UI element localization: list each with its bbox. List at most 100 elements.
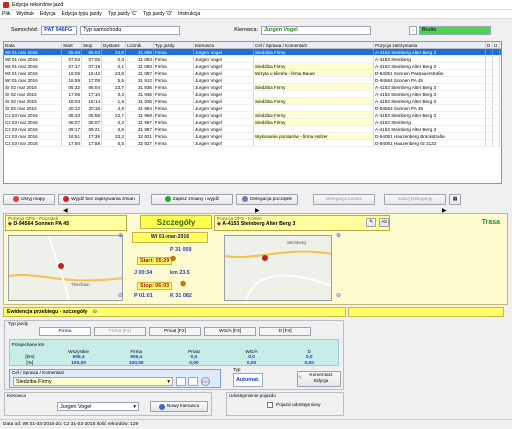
table-cell: 31 059	[126, 49, 154, 55]
driver-field[interactable]: Jurgen Vogel	[260, 25, 371, 35]
col-dystans[interactable]: Dystans	[102, 42, 126, 48]
komentarz-button[interactable]: ✎ Komentarz Edycja	[297, 371, 341, 387]
col-data[interactable]: Data	[4, 42, 62, 48]
all-button[interactable]: Alt	[379, 218, 389, 227]
car-type-field[interactable]: Typ samochodu	[80, 25, 181, 35]
tab-firma-f1[interactable]: Firma [F1]	[94, 327, 146, 336]
col-typ[interactable]: Typ jazdy	[154, 42, 194, 48]
table-cell: 07:17	[62, 63, 82, 69]
table-cell: Firma	[154, 63, 194, 69]
table-cell: Firma	[154, 126, 194, 132]
table-row[interactable]: Wt 01 mar 2016 07:17 07:19 0,1 31 083 Firma Ju…	[4, 63, 501, 70]
table-cell: A-4153 Steinberg Alter Berg 3	[374, 63, 486, 69]
menu-edycja-typu[interactable]: Edycja typu jazdy	[61, 11, 101, 17]
table-row[interactable]: Wt 01 mar 2016 16:59 17:09 5,5 31 912 Firma Ju…	[4, 77, 501, 84]
table-cell: A-4153 Steinberg Alter Berg 3	[374, 112, 486, 118]
calendar-icon[interactable]: ▦	[449, 193, 461, 205]
shared-checkbox[interactable]: Pojazd udostępniony	[267, 402, 321, 408]
menu-wydruk[interactable]: Wydruk	[16, 11, 34, 17]
clear-button[interactable]: DEL	[201, 377, 210, 386]
chevron-down-icon: ▾	[133, 403, 136, 410]
table-cell: Śr 02 mar 2016	[4, 84, 62, 90]
table-cell: A-4153 Steinberg Alter Berg 3	[374, 98, 486, 104]
col-cel[interactable]: Cel / Sprawa / Komentarz	[254, 42, 374, 48]
table-row[interactable]: Śr 02 mar 2016 20:12 20:18 4,6 31 964 Firma Ju…	[4, 105, 501, 112]
table-row[interactable]: Cz 03 mar 2016 05:33 05:58 22,7 31 968 Firma J…	[4, 112, 501, 119]
table-cell: 06:04	[82, 84, 102, 90]
table-cell: Wykonanie pomiarów - firma Holzer	[254, 133, 374, 139]
col-u[interactable]: U	[493, 42, 500, 48]
tab-firma[interactable]: Firma	[39, 327, 91, 336]
edit-pencil-icon[interactable]: ✎	[366, 218, 376, 227]
exit-nosave-button[interactable]: Wyjdź bez zapisywania zmian	[58, 193, 140, 205]
table-cell	[493, 49, 500, 55]
table-cell: Firma	[154, 119, 194, 125]
tab-privat-f2[interactable]: Privat [F2]	[149, 327, 201, 336]
zoom-in-icon[interactable]: ⊕	[118, 232, 123, 239]
hide-maps-button[interactable]: Ukryj mapy	[3, 193, 55, 205]
new-driver-button[interactable]: Nowy kierowca	[150, 401, 208, 412]
table-cell: 5,5	[102, 77, 126, 83]
menu-typ-d[interactable]: Typ jazdy 'D'	[143, 11, 172, 17]
table-row[interactable]: Wt 01 mar 2016 05:29 06:03 23,8 31 059 Firma J…	[4, 49, 501, 56]
col-licznik[interactable]: Licznik	[126, 42, 154, 48]
table-row[interactable]: Śr 02 mar 2016 05:32 06:04 23,7 31 936 Firma J…	[4, 84, 501, 91]
col-kierowca[interactable]: Kierowca	[194, 42, 254, 48]
pin-icon: ⬤	[170, 256, 177, 262]
table-cell: 16:42	[82, 70, 102, 76]
duration: 00:34	[138, 270, 153, 276]
table-cell: 07:05	[82, 56, 102, 62]
table-cell: 31 987	[126, 119, 154, 125]
menu-plik[interactable]: Plik	[2, 11, 10, 17]
table-cell: A-4153 Steinberg Alter Berg 3	[374, 91, 486, 97]
table-header: Data Start Stop Dystans Licznik Typ jazd…	[4, 42, 501, 49]
col-start[interactable]: Start	[62, 42, 82, 48]
table-row[interactable]: Cz 03 mar 2016 09:17 09:21 0,5 31 987 Firma Ju…	[4, 126, 501, 133]
zoom-out-icon[interactable]: ⊖	[118, 292, 123, 299]
table-cell: Firma	[154, 77, 194, 83]
driver-select[interactable]: Jurgen Vogel ▾	[57, 402, 139, 411]
delegation-delete-button[interactable]: Kasuj Delegację	[384, 193, 446, 205]
table-row[interactable]: Śr 02 mar 2016 17:06 17:10 0,2 31 936 Firma Ju…	[4, 91, 501, 98]
right-dropdown[interactable]: Brutto	[418, 25, 491, 35]
table-row[interactable]: Cz 03 mar 2016 16:51 17:36 33,3 32 821 Firma J…	[4, 133, 501, 140]
table-row[interactable]: Wt 01 mar 2016 07:04 07:05 0,3 31 083 Firma Ju…	[4, 56, 501, 63]
cel-extra-field-2[interactable]	[188, 377, 198, 386]
save-exit-button[interactable]: Zapisz zmiany i wyjdź	[151, 193, 233, 205]
cel-extra-field[interactable]	[176, 377, 186, 386]
table-cell	[486, 91, 493, 97]
col-stop[interactable]: Stop	[82, 42, 102, 48]
table-cell: 07:19	[82, 63, 102, 69]
table-cell: A-4153 Steinberg Alter Berg 3	[374, 49, 486, 55]
table-cell: 16:51	[62, 133, 82, 139]
table-cell: 0,2	[102, 119, 126, 125]
filter-dots-button[interactable]: ..	[408, 25, 417, 35]
col-pozycja[interactable]: Pozycja zatrzymania	[374, 42, 486, 48]
delegation-start-button[interactable]: Delegacja początek	[236, 193, 298, 205]
table-row[interactable]: Śr 02 mar 2016 18:04 18:14 1,5 31 936 Firma Ju…	[4, 98, 501, 105]
table-cell: 17:36	[82, 133, 102, 139]
tab-wga-f3[interactable]: WG/A [F3]	[204, 327, 256, 336]
menu-typ-c[interactable]: Typ jazdy 'C'	[108, 11, 137, 17]
end-map[interactable]: Steinberg	[224, 235, 332, 301]
start-map[interactable]: Thierham	[8, 235, 123, 301]
table-row[interactable]: Cz 03 mar 2016 17:50 17:58 6,5 32 827 Firma Ju…	[4, 140, 501, 147]
table-cell: A-4153 Steinberg Alter Berg 3	[374, 84, 486, 90]
zoom-out-icon[interactable]: ⊖	[336, 292, 341, 299]
zoom-in-icon[interactable]: ⊕	[336, 232, 341, 239]
trips-table: Data Start Stop Dystans Licznik Typ jazd…	[3, 41, 502, 184]
table-cell	[254, 105, 374, 111]
col-d[interactable]: D	[486, 42, 493, 48]
cel-select[interactable]: Siedziba Firmy ▾	[13, 377, 173, 386]
table-cell: Firma	[154, 98, 194, 104]
table-row[interactable]: Cz 03 mar 2016 06:07 06:07 0,2 31 987 Firma Ju…	[4, 119, 501, 126]
table-cell	[493, 84, 500, 90]
menu-instrukcja[interactable]: Instrukcja	[178, 11, 200, 17]
search-icon[interactable]: ⊙	[93, 309, 97, 315]
car-field[interactable]: PAT 946FG	[41, 25, 78, 35]
table-row[interactable]: Wt 01 mar 2016 16:05 16:42 23,8 31 087 Firma J…	[4, 70, 501, 77]
delegation-end-button[interactable]: Delegacja koniec	[313, 193, 375, 205]
menu-edycja[interactable]: Edycja	[40, 11, 56, 17]
trasa-label: Trasa	[428, 216, 504, 229]
tab-d-f4[interactable]: D [F4]	[259, 327, 311, 336]
